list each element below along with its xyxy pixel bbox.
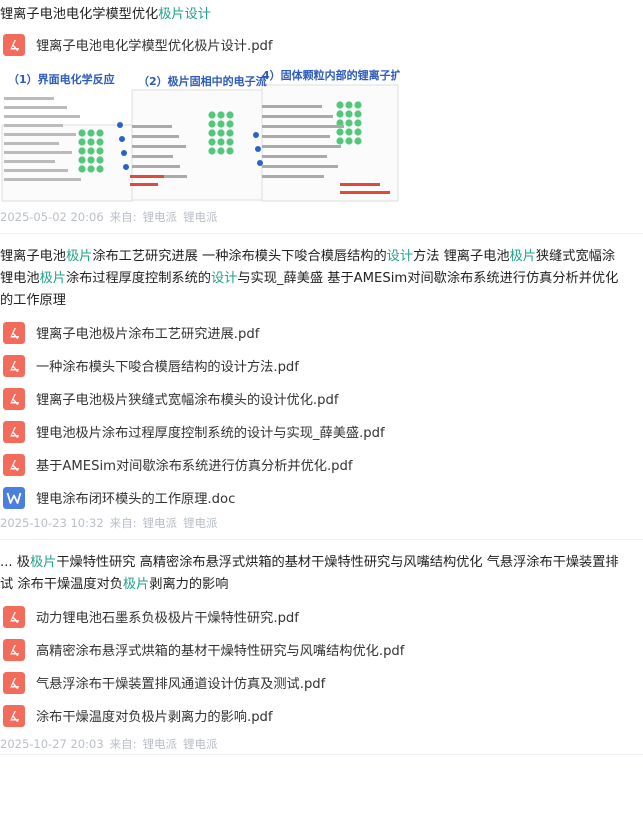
tag-link[interactable]: 锂电派	[183, 210, 218, 224]
file-item[interactable]: 基于AMESim对间歇涂布系统进行仿真分析并优化.pdf	[0, 448, 643, 481]
pdf-icon	[3, 704, 25, 727]
result-item: ... 极极片干燥特性研究 高精密涂布悬浮式烘箱的基材干燥特性研究与风嘴结构优化…	[0, 552, 643, 755]
title-highlight: 设计	[211, 271, 238, 286]
date-text: 2025-05-02 20:06	[0, 210, 104, 224]
file-name: 高精密涂布悬浮式烘箱的基材干燥特性研究与风嘴结构优化.pdf	[36, 644, 405, 659]
thumbnail-image[interactable]: （1）界面电化学反应 （2）极片固相中的电子流 4）固体颗粒内部的锂离子扩散	[0, 65, 400, 203]
title-highlight: 极片	[65, 249, 93, 264]
title-text: 剥离力的影响	[149, 577, 229, 592]
file-item[interactable]: 锂电池极片涂布过程厚度控制系统的设计与实现_薛美盛.pdf	[0, 415, 643, 448]
diagram-heading: （2）极片固相中的电子流	[138, 75, 267, 88]
result-meta: 2025-05-02 20:06 来自: 锂电派 锂电派	[0, 207, 643, 227]
title-highlight: 极片	[29, 555, 57, 570]
doc-icon	[3, 486, 25, 509]
title-text: 锂离子电池电化学模型优化	[0, 7, 159, 22]
file-list: 锂离子电池电化学模型优化极片设计.pdf	[0, 28, 643, 61]
pdf-icon	[3, 671, 25, 694]
pdf-icon	[3, 605, 25, 628]
title-text: 狭缝式宽幅涂	[535, 249, 616, 264]
tag-link[interactable]: 锂电派	[183, 737, 218, 751]
search-results: 锂离子电池电化学模型优化极片设计 锂离子电池电化学模型优化极片设计.pdf （1）界…	[0, 4, 643, 755]
date-text: 2025-10-23 10:32	[0, 516, 104, 530]
result-item: 锂离子电池电化学模型优化极片设计锂离子电池电化学模型优化极片设计.pdf （1）界…	[0, 4, 643, 234]
tag-link[interactable]: 锂电派	[183, 516, 218, 530]
title-highlight: 极片	[39, 271, 66, 286]
result-title[interactable]: 锂离子电池极片涂布工艺研究进展 一种涂布模头下唆合模唇结构的设计方法 锂离子电池…	[0, 246, 643, 312]
diagram-heading: （1）界面电化学反应	[8, 73, 115, 86]
file-name: 基于AMESim对间歇涂布系统进行仿真分析并优化.pdf	[36, 459, 353, 474]
title-text: 锂电池	[0, 271, 40, 286]
pdf-icon	[3, 354, 25, 377]
diagram-heading: 4）固体颗粒内部的锂离子扩散	[262, 69, 400, 82]
file-item[interactable]: 高精密涂布悬浮式烘箱的基材干燥特性研究与风嘴结构优化.pdf	[0, 633, 643, 666]
title-line: ... 极极片干燥特性研究 高精密涂布悬浮式烘箱的基材干燥特性研究与风嘴结构优化…	[0, 552, 643, 574]
file-item[interactable]: 动力锂电池石墨系负极极片干燥特性研究.pdf	[0, 600, 643, 633]
title-line: 的工作原理	[0, 290, 643, 312]
file-item[interactable]: 锂离子电池电化学模型优化极片设计.pdf	[0, 28, 643, 61]
file-item[interactable]: 锂离子电池极片涂布工艺研究进展.pdf	[0, 316, 643, 349]
result-meta: 2025-10-27 20:03 来自: 锂电派 锂电派	[0, 734, 643, 754]
title-text: 的工作原理	[0, 293, 66, 308]
file-item[interactable]: 锂离子电池极片狭缝式宽幅涂布模头的设计优化.pdf	[0, 382, 643, 415]
title-text: 涂布工艺研究进展 一种涂布模头下唆合模唇结构的	[92, 249, 387, 264]
title-highlight: 极片	[509, 249, 536, 264]
title-text: 方法 锂离子电池	[413, 249, 510, 264]
file-item[interactable]: 气悬浮涂布干燥装置排风通道设计仿真及测试.pdf	[0, 666, 643, 699]
date-text: 2025-10-27 20:03	[0, 737, 104, 751]
source-link[interactable]: 锂电派	[143, 737, 178, 751]
file-name: 锂离子电池极片涂布工艺研究进展.pdf	[36, 327, 260, 342]
file-name: 锂离子电池电化学模型优化极片设计.pdf	[36, 39, 273, 54]
title-text: 锂离子电池	[0, 249, 66, 264]
pdf-icon	[3, 321, 25, 344]
pdf-icon	[3, 638, 25, 661]
title-highlight: 极片	[122, 577, 150, 592]
file-list: 动力锂电池石墨系负极极片干燥特性研究.pdf 高精密涂布悬浮式烘箱的基材干燥特性研…	[0, 600, 643, 732]
title-text: 与实现_薛美盛 基于AMESim对间歇涂布系统进行仿真分析并优化	[237, 271, 619, 286]
source-link[interactable]: 锂电派	[143, 210, 178, 224]
file-name: 涂布干燥温度对负极片剥离力的影响.pdf	[36, 710, 273, 725]
result-meta: 2025-10-23 10:32 来自: 锂电派 锂电派	[0, 513, 643, 533]
title-highlight: 设计	[386, 249, 414, 264]
file-item[interactable]: 一种涂布模头下唆合模唇结构的设计方法.pdf	[0, 349, 643, 382]
title-line: 锂电池极片涂布过程厚度控制系统的设计与实现_薛美盛 基于AMESim对间歇涂布系…	[0, 268, 643, 290]
result-item: 锂离子电池极片涂布工艺研究进展 一种涂布模头下唆合模唇结构的设计方法 锂离子电池…	[0, 246, 643, 540]
title-text: 试 涂布干燥温度对负	[0, 577, 123, 592]
source-link[interactable]: 锂电派	[143, 516, 178, 530]
source-label: 来自:	[109, 210, 137, 224]
pdf-icon	[3, 33, 25, 56]
file-name: 一种涂布模头下唆合模唇结构的设计方法.pdf	[36, 360, 299, 375]
result-title[interactable]: 锂离子电池电化学模型优化极片设计	[0, 4, 643, 26]
result-title[interactable]: ... 极极片干燥特性研究 高精密涂布悬浮式烘箱的基材干燥特性研究与风嘴结构优化…	[0, 552, 643, 596]
file-name: 气悬浮涂布干燥装置排风通道设计仿真及测试.pdf	[36, 677, 326, 692]
title-text: 干燥特性研究 高精密涂布悬浮式烘箱的基材干燥特性研究与风嘴结构优化 气悬浮涂布干…	[56, 555, 619, 570]
file-list: 锂离子电池极片涂布工艺研究进展.pdf 一种涂布模头下唆合模唇结构的设计方法.pd…	[0, 316, 643, 514]
title-text: ... 极	[0, 555, 30, 570]
pdf-icon	[3, 420, 25, 443]
title-text: 涂布过程厚度控制系统的	[65, 271, 211, 286]
pdf-icon	[3, 453, 25, 476]
file-item[interactable]: 涂布干燥温度对负极片剥离力的影响.pdf	[0, 699, 643, 732]
title-line: 试 涂布干燥温度对负极片剥离力的影响	[0, 574, 643, 596]
title-line: 锂离子电池极片涂布工艺研究进展 一种涂布模头下唆合模唇结构的设计方法 锂离子电池…	[0, 246, 643, 268]
file-name: 锂电池极片涂布过程厚度控制系统的设计与实现_薛美盛.pdf	[36, 426, 385, 441]
source-label: 来自:	[109, 516, 137, 530]
pdf-icon	[3, 387, 25, 410]
source-label: 来自:	[109, 737, 137, 751]
file-name: 锂离子电池极片狭缝式宽幅涂布模头的设计优化.pdf	[36, 393, 339, 408]
file-name: 动力锂电池石墨系负极极片干燥特性研究.pdf	[36, 611, 299, 626]
title-highlight: 极片设计	[158, 7, 211, 22]
file-name: 锂电涂布闭环模头的工作原理.doc	[36, 492, 236, 507]
file-item[interactable]: 锂电涂布闭环模头的工作原理.doc	[0, 481, 643, 514]
